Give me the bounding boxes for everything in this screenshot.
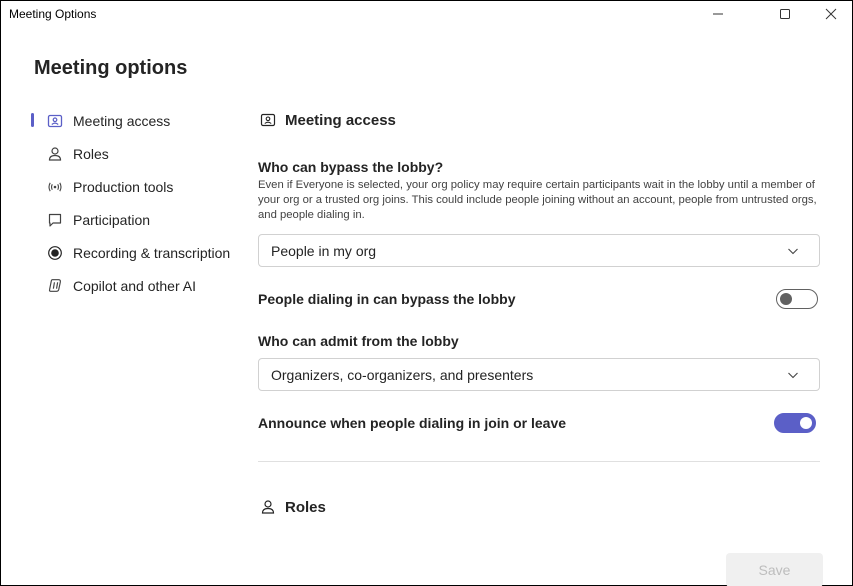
- sidebar-item-label: Production tools: [73, 178, 174, 195]
- sidebar-item-label: Roles: [73, 145, 109, 162]
- sidebar-item-participation[interactable]: Participation: [27, 203, 242, 236]
- minimize-button[interactable]: [698, 1, 738, 27]
- maximize-button[interactable]: [765, 1, 805, 27]
- toggle-knob: [800, 417, 812, 429]
- bypass-lobby-description: Even if Everyone is selected, your org p…: [258, 179, 817, 221]
- admit-lobby-question: Who can admit from the lobby: [258, 333, 459, 349]
- sidebar-item-copilot[interactable]: Copilot and other AI: [27, 269, 242, 302]
- person-card-icon: [45, 111, 65, 131]
- sidebar-item-production-tools[interactable]: Production tools: [27, 170, 242, 203]
- dialin-bypass-toggle[interactable]: [776, 289, 818, 309]
- record-icon: [45, 243, 65, 263]
- minimize-icon: [713, 13, 723, 15]
- copilot-icon: [45, 276, 65, 296]
- sidebar-item-label: Recording & transcription: [73, 244, 231, 261]
- chevron-down-icon: [788, 248, 798, 255]
- active-indicator: [31, 113, 34, 127]
- person-icon: [45, 144, 65, 164]
- close-button[interactable]: [811, 1, 851, 27]
- window-title: Meeting Options: [9, 7, 97, 21]
- dropdown-selected-value: Organizers, co-organizers, and presenter…: [271, 366, 534, 383]
- dialin-bypass-row: People dialing in can bypass the lobby: [258, 287, 820, 311]
- chat-icon: [45, 210, 65, 230]
- page-title: Meeting options: [34, 57, 188, 79]
- save-button[interactable]: Save: [726, 553, 823, 586]
- toggle-knob: [780, 293, 792, 305]
- meeting-options-window: Meeting Options Meeting options Meeting …: [0, 0, 853, 586]
- sidebar-item-recording-transcription[interactable]: Recording & transcription: [27, 236, 242, 269]
- announce-toggle[interactable]: [774, 413, 816, 433]
- person-card-icon: [258, 110, 278, 130]
- broadcast-icon: [45, 177, 65, 197]
- sidebar-item-label: Meeting access: [73, 112, 171, 129]
- admit-lobby-dropdown[interactable]: Organizers, co-organizers, and presenter…: [258, 358, 820, 391]
- section-heading-roles: Roles: [258, 497, 326, 517]
- sidebar: Meeting access Roles Production tools Pa…: [27, 104, 242, 302]
- sidebar-item-meeting-access[interactable]: Meeting access: [27, 104, 242, 137]
- chevron-down-icon: [788, 372, 798, 379]
- sidebar-item-roles[interactable]: Roles: [27, 137, 242, 170]
- person-icon: [258, 497, 278, 517]
- announce-label: Announce when people dialing in join or …: [258, 415, 567, 431]
- sidebar-item-label: Participation: [73, 211, 151, 228]
- bypass-lobby-question: Who can bypass the lobby?: [258, 159, 444, 175]
- title-bar: Meeting Options: [1, 1, 852, 27]
- bypass-lobby-dropdown[interactable]: People in my org: [258, 234, 820, 267]
- announce-row: Announce when people dialing in join or …: [258, 411, 820, 435]
- section-heading-label: Roles: [285, 498, 326, 516]
- close-icon: [825, 8, 837, 20]
- section-divider: [258, 461, 820, 462]
- dropdown-selected-value: People in my org: [271, 242, 377, 259]
- maximize-icon: [780, 9, 790, 19]
- dialin-bypass-label: People dialing in can bypass the lobby: [258, 291, 516, 307]
- section-heading-meeting-access: Meeting access: [258, 110, 396, 130]
- sidebar-item-label: Copilot and other AI: [73, 277, 196, 294]
- section-heading-label: Meeting access: [285, 111, 396, 129]
